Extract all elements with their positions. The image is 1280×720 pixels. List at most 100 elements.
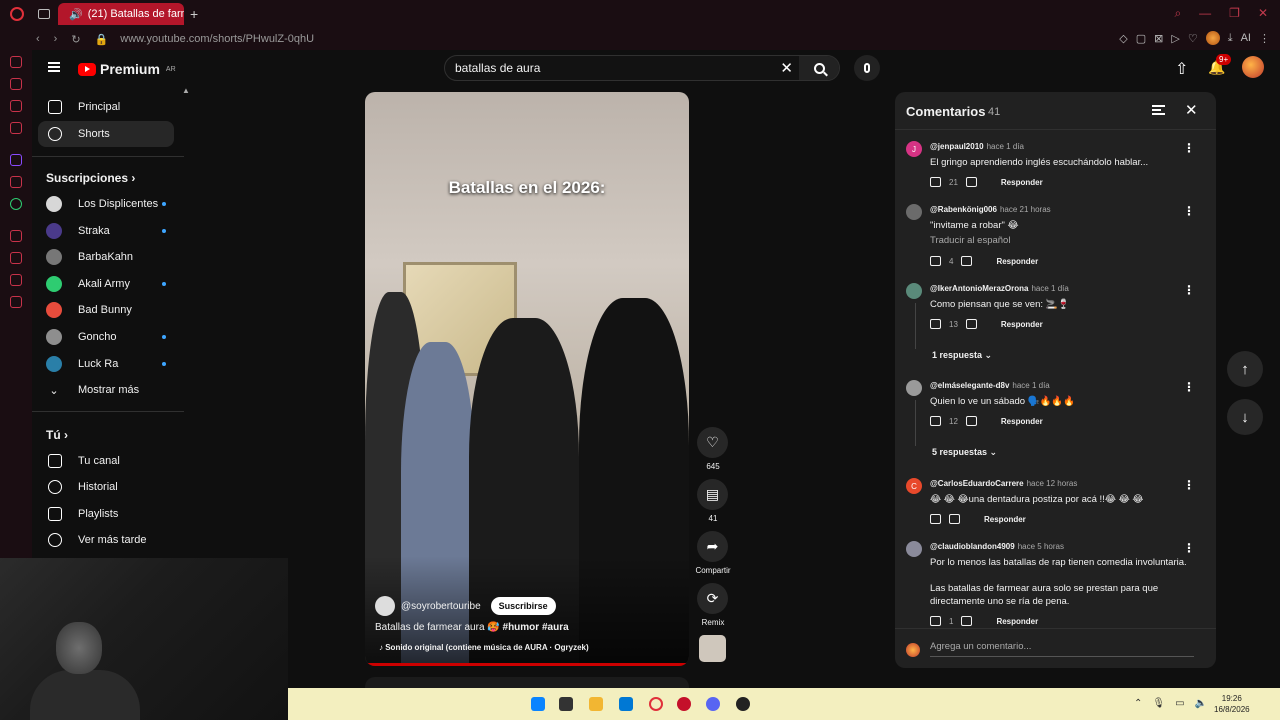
comment-author[interactable]: @IkerAntonioMerazOrona hace 1 día (930, 284, 1069, 293)
comment-avatar[interactable] (906, 380, 922, 396)
more-options-icon[interactable]: ⋮ (1183, 380, 1195, 394)
sidebar-item-ver-mas-tarde[interactable]: Ver más tarde (38, 527, 174, 553)
short-video-player[interactable]: Batallas en el 2026: @soyrobertouribe Su… (365, 92, 689, 666)
extension-icon[interactable]: ◇ (1119, 32, 1127, 45)
share-button[interactable]: ➦ (697, 531, 728, 562)
reply-button[interactable]: Responder (1001, 320, 1043, 329)
sidebar-sub-los-displicentes[interactable]: Los Displicentes (38, 191, 174, 217)
hamburger-menu-icon[interactable] (48, 62, 60, 72)
player-icon[interactable]: ▷ (1171, 32, 1179, 45)
forward-button[interactable]: › (54, 33, 58, 46)
settings-icon[interactable] (10, 296, 22, 308)
network-icon[interactable]: ▭ (1175, 698, 1184, 709)
close-window-button[interactable]: ✕ (1258, 6, 1268, 21)
youtube-logo[interactable]: Premium AR (78, 61, 176, 77)
back-button[interactable]: ‹ (36, 33, 40, 46)
messenger-icon[interactable] (10, 100, 22, 112)
create-upload-icon[interactable]: ⇧ (1175, 59, 1188, 79)
sidebar-sub-goncho[interactable]: Goncho (38, 324, 174, 350)
more-options-icon[interactable]: ⋮ (1183, 141, 1195, 155)
clear-search-icon[interactable]: ✕ (780, 59, 793, 77)
clock-icon[interactable] (10, 252, 22, 264)
translate-link[interactable]: Traducir al español (930, 235, 1010, 246)
video-progress-bar[interactable] (365, 663, 689, 666)
comment-author[interactable]: @Rabenkönig006 hace 21 horas (930, 205, 1051, 214)
reply-button[interactable]: Responder (1001, 417, 1043, 426)
reply-button[interactable]: Responder (984, 515, 1026, 524)
show-more-button[interactable]: ⌄ Mostrar más (38, 377, 174, 403)
opera-taskbar-icon[interactable] (649, 697, 663, 711)
sidebar-sub-luck-ra[interactable]: Luck Ra (38, 351, 174, 377)
comment-author[interactable]: @claudioblandon4909 hace 5 horas (930, 542, 1064, 551)
more-options-icon[interactable]: ⋮ (1183, 541, 1195, 555)
discord-icon[interactable] (706, 697, 720, 711)
task-view-icon[interactable] (559, 697, 573, 711)
previous-short-button[interactable]: ↑ (1227, 351, 1263, 387)
voice-search-button[interactable] (854, 55, 880, 81)
scroll-up-icon[interactable]: ▲ (182, 86, 190, 95)
you-heading[interactable]: Tú › (46, 428, 68, 442)
obs-icon[interactable] (736, 697, 750, 711)
thumbs-up-icon[interactable] (930, 616, 941, 626)
percent-icon[interactable] (10, 176, 22, 188)
sidebar-item-historial[interactable]: Historial (38, 474, 174, 500)
comment-avatar[interactable]: J (906, 141, 922, 157)
comment-author[interactable]: @elmáselegante-d8v hace 1 día (930, 381, 1050, 390)
new-tab-button[interactable]: + (190, 6, 198, 22)
comment-avatar[interactable] (906, 204, 922, 220)
search-button[interactable] (799, 56, 839, 80)
chevron-up-icon[interactable]: ⌃ (1134, 698, 1142, 709)
file-explorer-icon[interactable] (589, 697, 603, 711)
store-icon[interactable] (619, 697, 633, 711)
reply-button[interactable]: Responder (996, 257, 1038, 266)
home-icon[interactable] (10, 56, 22, 68)
thumbs-down-icon[interactable] (965, 416, 977, 426)
heart-icon[interactable]: ♡ (1188, 32, 1198, 45)
thumbs-up-icon[interactable] (930, 177, 941, 187)
close-icon[interactable]: ✕ (1185, 101, 1198, 119)
bag-icon[interactable] (10, 78, 22, 90)
whatsapp-icon[interactable] (10, 198, 22, 210)
app-icon[interactable] (677, 697, 691, 711)
search-tabs-icon[interactable]: ⌕ (1174, 6, 1181, 21)
minimize-button[interactable]: — (1199, 6, 1211, 21)
cube-icon[interactable] (10, 274, 22, 286)
comment-author[interactable]: @jenpaul2010 hace 1 día (930, 142, 1024, 151)
thumbs-down-icon[interactable] (961, 256, 973, 266)
sidebar-sub-akali-army[interactable]: Akali Army (38, 271, 174, 297)
more-options-icon[interactable]: ⋮ (1183, 478, 1195, 492)
comment-author[interactable]: @CarlosEduardoCarrere hace 12 horas (930, 479, 1077, 488)
channel-avatar[interactable] (375, 596, 395, 616)
sidebar-item-playlists[interactable]: Playlists (38, 501, 174, 527)
thumbs-down-icon[interactable] (965, 177, 977, 187)
thumbs-up-icon[interactable] (930, 319, 941, 329)
player-icon[interactable] (10, 230, 22, 242)
like-button[interactable]: ♡ (697, 427, 728, 458)
video-sound[interactable]: ♪ Sonido original (contiene música de AU… (379, 643, 589, 652)
twitch-icon[interactable] (10, 154, 22, 166)
view-replies-button[interactable]: 1 respuesta ⌄ (932, 350, 992, 361)
subscribe-button[interactable]: Suscribirse (490, 597, 556, 615)
reply-button[interactable]: Responder (1001, 178, 1043, 187)
next-short-button[interactable]: ↓ (1227, 399, 1263, 435)
workspaces-icon[interactable] (38, 9, 50, 19)
volume-icon[interactable]: 🔈 (1195, 698, 1207, 709)
download-icon[interactable]: ⤓ (1228, 32, 1233, 45)
sound-thumbnail[interactable] (699, 635, 726, 662)
more-options-icon[interactable]: ⋮ (1183, 204, 1195, 218)
thumbs-down-icon[interactable] (961, 616, 973, 626)
channel-handle[interactable]: @soyrobertouribe (401, 601, 481, 612)
comments-button[interactable]: ▤ (697, 479, 728, 510)
maximize-button[interactable]: ❐ (1229, 6, 1240, 21)
sidebar-item-shorts[interactable]: Shorts (38, 121, 174, 147)
more-options-icon[interactable]: ⋮ (1183, 283, 1195, 297)
thumbs-up-icon[interactable] (930, 416, 941, 426)
system-clock[interactable]: 19:26 16/8/2026 (1214, 693, 1250, 715)
view-replies-button[interactable]: 5 respuestas ⌄ (932, 447, 997, 458)
vpn-icon[interactable]: ⊠ (1154, 32, 1163, 45)
add-comment-input[interactable]: Agrega un comentario... (930, 641, 1194, 657)
sort-icon[interactable] (1152, 105, 1165, 115)
speaker-icon[interactable]: 🔊 (69, 8, 83, 21)
reply-button[interactable]: Responder (996, 617, 1038, 626)
url-field[interactable]: www.youtube.com/shorts/PHwulZ-0qhU (120, 33, 314, 45)
